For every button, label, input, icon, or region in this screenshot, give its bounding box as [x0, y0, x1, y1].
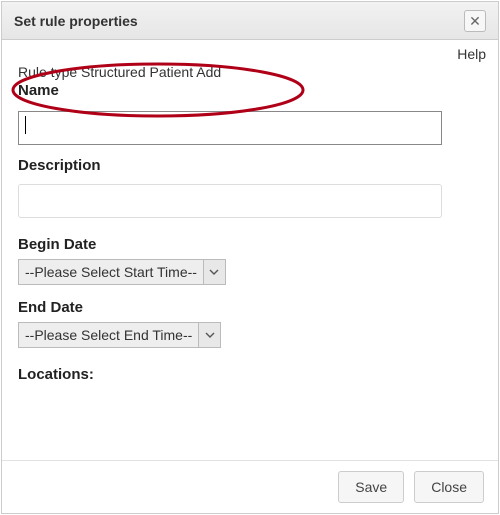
chevron-down-icon [198, 323, 220, 347]
dialog-title: Set rule properties [14, 13, 138, 29]
description-label: Description [18, 157, 482, 174]
close-icon: ✕ [469, 13, 481, 29]
dialog-body: Help Rule type Structured Patient Add Na… [2, 40, 498, 460]
dialog-scroll[interactable]: Help Rule type Structured Patient Add Na… [2, 40, 498, 460]
name-label: Name [18, 82, 482, 99]
end-date-select[interactable]: --Please Select End Time-- [18, 322, 221, 348]
text-caret [25, 116, 26, 134]
chevron-down-icon [203, 260, 225, 284]
dialog-footer: Save Close [2, 460, 498, 513]
description-input[interactable] [18, 184, 442, 218]
rule-type-prefix: Rule type [18, 64, 81, 80]
spacer [18, 389, 482, 429]
name-input[interactable] [18, 111, 442, 145]
save-button[interactable]: Save [338, 471, 404, 503]
rule-type-value: Structured Patient Add [81, 64, 221, 80]
begin-date-label: Begin Date [18, 236, 482, 253]
locations-label: Locations: [18, 366, 482, 383]
begin-date-select[interactable]: --Please Select Start Time-- [18, 259, 226, 285]
end-date-label: End Date [18, 299, 482, 316]
titlebar: Set rule properties ✕ [2, 2, 498, 40]
end-date-selected: --Please Select End Time-- [19, 327, 198, 343]
rule-type-line: Rule type Structured Patient Add [18, 64, 482, 80]
dialog-set-rule-properties: Set rule properties ✕ Help Rule type Str… [1, 1, 499, 514]
help-link[interactable]: Help [457, 46, 486, 62]
begin-date-selected: --Please Select Start Time-- [19, 264, 203, 280]
close-icon-button[interactable]: ✕ [464, 10, 486, 32]
close-button[interactable]: Close [414, 471, 484, 503]
